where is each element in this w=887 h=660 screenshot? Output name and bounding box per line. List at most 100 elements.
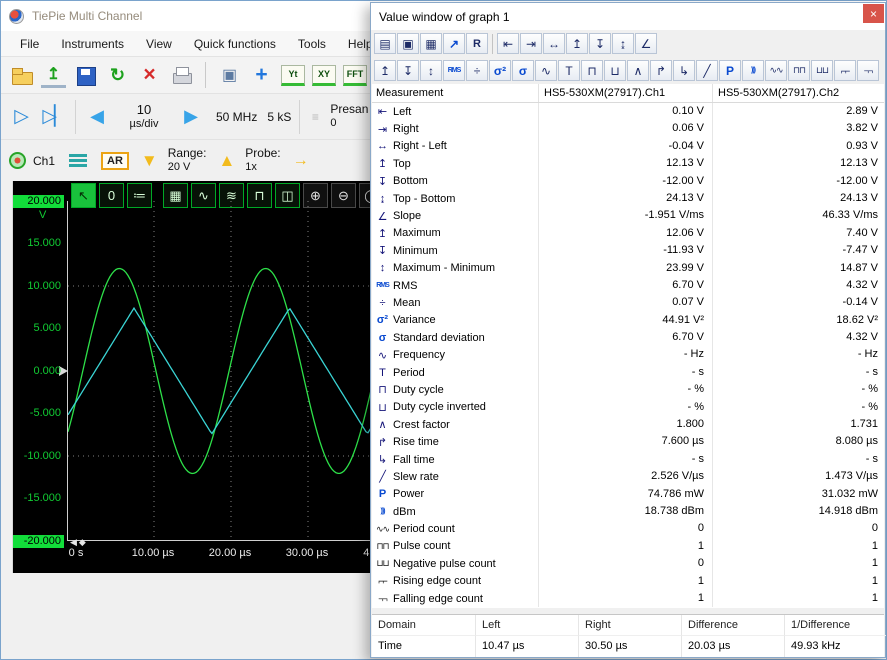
measurement-row-period-count[interactable]: ∿∿Period count00 <box>372 520 884 537</box>
measurement-row-bottom[interactable]: ↧Bottom-12.00 V-12.00 V <box>372 173 884 190</box>
toggle-mean-icon[interactable]: ÷ <box>466 60 488 81</box>
measurement-row-slew-rate[interactable]: ╱Slew rate2.526 V/µs1.473 V/µs <box>372 468 884 485</box>
menu-item-instruments[interactable]: Instruments <box>50 33 135 55</box>
window-layout-icon[interactable]: ▣ <box>217 63 242 88</box>
toggle-frequency-icon[interactable]: ∿ <box>535 60 557 81</box>
yt-graph-icon[interactable]: Yt <box>281 65 305 86</box>
one-shot-button[interactable]: ▷▏ <box>41 105 67 128</box>
relative-values-icon[interactable]: R <box>466 33 488 54</box>
toggle-right-minus-left-icon[interactable]: ↔ <box>543 33 565 54</box>
presample-display[interactable]: Presan 0 <box>330 103 368 129</box>
toggle-negative-pulse-count-icon[interactable]: ⊔⊔ <box>811 60 833 81</box>
xy-graph-icon[interactable]: XY <box>312 65 336 86</box>
toggle-fall-time-icon[interactable]: ↳ <box>673 60 695 81</box>
channel-menu-icon[interactable] <box>69 154 87 167</box>
bottom-table-cell-1[interactable]: 10.47 µs <box>475 636 578 657</box>
measurement-row-mean[interactable]: ÷Mean0.07 V-0.14 V <box>372 294 884 311</box>
probe-icon[interactable]: → <box>293 152 309 170</box>
toggle-slew-rate-icon[interactable]: ╱ <box>696 60 718 81</box>
fft-graph-icon[interactable]: FFT <box>343 65 367 86</box>
goto-graph-icon[interactable]: ↗ <box>443 33 465 54</box>
measurement-row-negative-pulse-count[interactable]: ⊔⊔Negative pulse count01 <box>372 555 884 572</box>
menu-item-file[interactable]: File <box>9 33 50 55</box>
measurement-row-maximum-minus-minimum[interactable]: ↕Maximum - Minimum23.99 V14.87 V <box>372 260 884 277</box>
toggle-standard-deviation-icon[interactable]: σ <box>512 60 534 81</box>
add-graph-icon[interactable]: + <box>249 63 274 88</box>
close-button[interactable]: × <box>863 4 884 23</box>
range-increase-icon[interactable]: ▲ <box>218 151 235 171</box>
measurement-row-standard-deviation[interactable]: σStandard deviation6.70 V4.32 V <box>372 329 884 346</box>
refresh-icon[interactable]: ↻ <box>105 63 130 88</box>
toggle-top-minus-bottom-icon[interactable]: ↨ <box>612 33 634 54</box>
toggle-pulse-count-icon[interactable]: ⊓⊓ <box>788 60 810 81</box>
bottom-table-cell-2[interactable]: 30.50 µs <box>578 636 681 657</box>
toggle-maximum-minus-minimum-icon[interactable]: ↕ <box>420 60 442 81</box>
toggle-falling-edge-count-icon[interactable]: ¬¬ <box>857 60 879 81</box>
value-window-titlebar[interactable]: Value window of graph 1 × <box>371 3 885 30</box>
bottom-table-cell-0[interactable]: Time <box>372 636 475 657</box>
measurement-row-slope[interactable]: ∠Slope-1.951 V/ms46.33 V/ms <box>372 207 884 224</box>
value-display-settings-icon[interactable]: ▤ <box>374 33 396 54</box>
toggle-crest-factor-icon[interactable]: ∧ <box>627 60 649 81</box>
toggle-bottom-icon[interactable]: ↧ <box>589 33 611 54</box>
toggle-rising-edge-count-icon[interactable]: ⌐⌐ <box>834 60 856 81</box>
channel-indicator-icon[interactable] <box>9 152 26 169</box>
copy-to-clipboard-icon[interactable]: ▣ <box>397 33 419 54</box>
measurement-row-variance[interactable]: σ²Variance44.91 V²18.62 V² <box>372 312 884 329</box>
measurement-row-period[interactable]: TPeriod- s- s <box>372 364 884 381</box>
measurement-row-rms[interactable]: RMSRMS6.70 V4.32 V <box>372 277 884 294</box>
toggle-duty-cycle-icon[interactable]: ⊓ <box>581 60 603 81</box>
measurement-row-dbm[interactable]: )))dBm18.738 dBm14.918 dBm <box>372 503 884 520</box>
export-icon[interactable]: ↥ <box>41 63 66 88</box>
measurement-row-duty-cycle[interactable]: ⊓Duty cycle- %- % <box>372 381 884 398</box>
range-display[interactable]: Range: 20 V <box>168 147 207 173</box>
measurement-row-rising-edge-count[interactable]: ⌐⌐Rising edge count11 <box>372 573 884 590</box>
menu-item-quick-functions[interactable]: Quick functions <box>183 33 287 55</box>
measurement-row-maximum[interactable]: ↥Maximum12.06 V7.40 V <box>372 225 884 242</box>
timebase-display[interactable]: 10 µs/div <box>118 103 170 131</box>
range-decrease-icon[interactable]: ▼ <box>141 151 158 171</box>
save-icon[interactable] <box>73 63 98 88</box>
menu-item-tools[interactable]: Tools <box>287 33 337 55</box>
toggle-dbm-icon[interactable]: ))) <box>742 60 764 81</box>
measurement-row-rise-time[interactable]: ↱Rise time7.600 µs8.080 µs <box>372 433 884 450</box>
measurement-row-power[interactable]: PPower74.786 mW31.032 mW <box>372 486 884 503</box>
open-icon[interactable] <box>9 63 34 88</box>
start-measurement-button[interactable]: ▷ <box>7 105 33 128</box>
toggle-rise-time-icon[interactable]: ↱ <box>650 60 672 81</box>
menu-item-view[interactable]: View <box>135 33 183 55</box>
measurement-row-falling-edge-count[interactable]: ¬¬Falling edge count11 <box>372 590 884 607</box>
toggle-left-icon[interactable]: ⇤ <box>497 33 519 54</box>
measurement-row-top[interactable]: ↥Top12.13 V12.13 V <box>372 155 884 172</box>
bottom-table-cell-4[interactable]: 49.93 kHz <box>784 636 886 657</box>
toggle-period-icon[interactable]: T <box>558 60 580 81</box>
toggle-period-count-icon[interactable]: ∿∿ <box>765 60 787 81</box>
show-table-icon[interactable]: ▦ <box>420 33 442 54</box>
toggle-maximum-icon[interactable]: ↥ <box>374 60 396 81</box>
print-icon[interactable] <box>169 63 194 88</box>
timebase-decrease-button[interactable]: ◀ <box>84 106 110 127</box>
measurement-row-left[interactable]: ⇤Left0.10 V2.89 V <box>372 103 884 120</box>
probe-display[interactable]: Probe: 1x <box>245 147 280 173</box>
timebase-increase-button[interactable]: ▶ <box>178 106 204 127</box>
delete-icon[interactable]: × <box>137 63 162 88</box>
toggle-top-icon[interactable]: ↥ <box>566 33 588 54</box>
measurement-row-minimum[interactable]: ↧Minimum-11.93 V-7.47 V <box>372 242 884 259</box>
bottom-table-cell-3[interactable]: 20.03 µs <box>681 636 784 657</box>
toggle-duty-cycle-inverted-icon[interactable]: ⊔ <box>604 60 626 81</box>
auto-range-button[interactable]: AR <box>101 152 129 170</box>
toggle-rms-icon[interactable]: RMS <box>443 60 465 81</box>
measurement-row-pulse-count[interactable]: ⊓⊓Pulse count11 <box>372 538 884 555</box>
toggle-variance-icon[interactable]: σ² <box>489 60 511 81</box>
channel-label[interactable]: Ch1 <box>33 154 55 168</box>
toggle-right-icon[interactable]: ⇥ <box>520 33 542 54</box>
toggle-power-icon[interactable]: P <box>719 60 741 81</box>
plot-area[interactable] <box>67 201 379 541</box>
measurement-row-frequency[interactable]: ∿Frequency- Hz- Hz <box>372 346 884 363</box>
measurement-row-crest-factor[interactable]: ∧Crest factor1.8001.731 <box>372 416 884 433</box>
toggle-slope-icon[interactable]: ∠ <box>635 33 657 54</box>
measurement-row-top-minus-bottom[interactable]: ↨Top - Bottom24.13 V24.13 V <box>372 190 884 207</box>
measurement-row-duty-cycle-inverted[interactable]: ⊔Duty cycle inverted- %- % <box>372 399 884 416</box>
measurement-row-right[interactable]: ⇥Right0.06 V3.82 V <box>372 120 884 137</box>
measurement-row-fall-time[interactable]: ↳Fall time- s- s <box>372 451 884 468</box>
